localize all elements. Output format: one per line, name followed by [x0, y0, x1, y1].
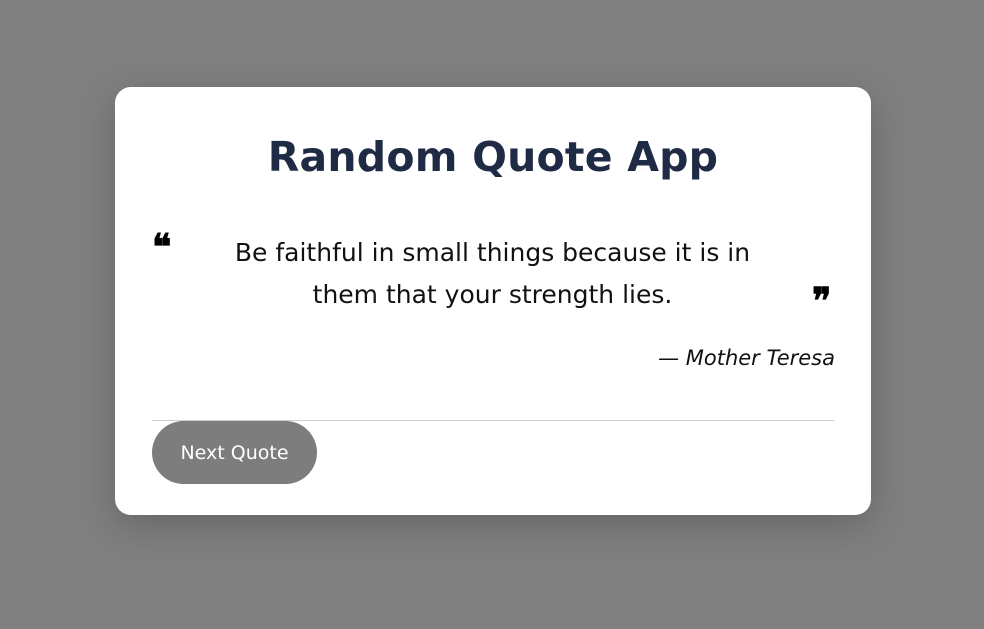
quote-card: Random Quote App ❝ Be faithful in small …	[115, 87, 871, 515]
next-quote-button[interactable]: Next Quote	[152, 421, 317, 484]
close-quote-icon: ❞	[812, 280, 832, 322]
open-quote-icon: ❝	[152, 226, 172, 268]
app-title: Random Quote App	[267, 133, 719, 181]
quote-text: Be faithful in small things because it i…	[234, 238, 751, 309]
quote-author: — Mother Teresa	[658, 346, 835, 370]
